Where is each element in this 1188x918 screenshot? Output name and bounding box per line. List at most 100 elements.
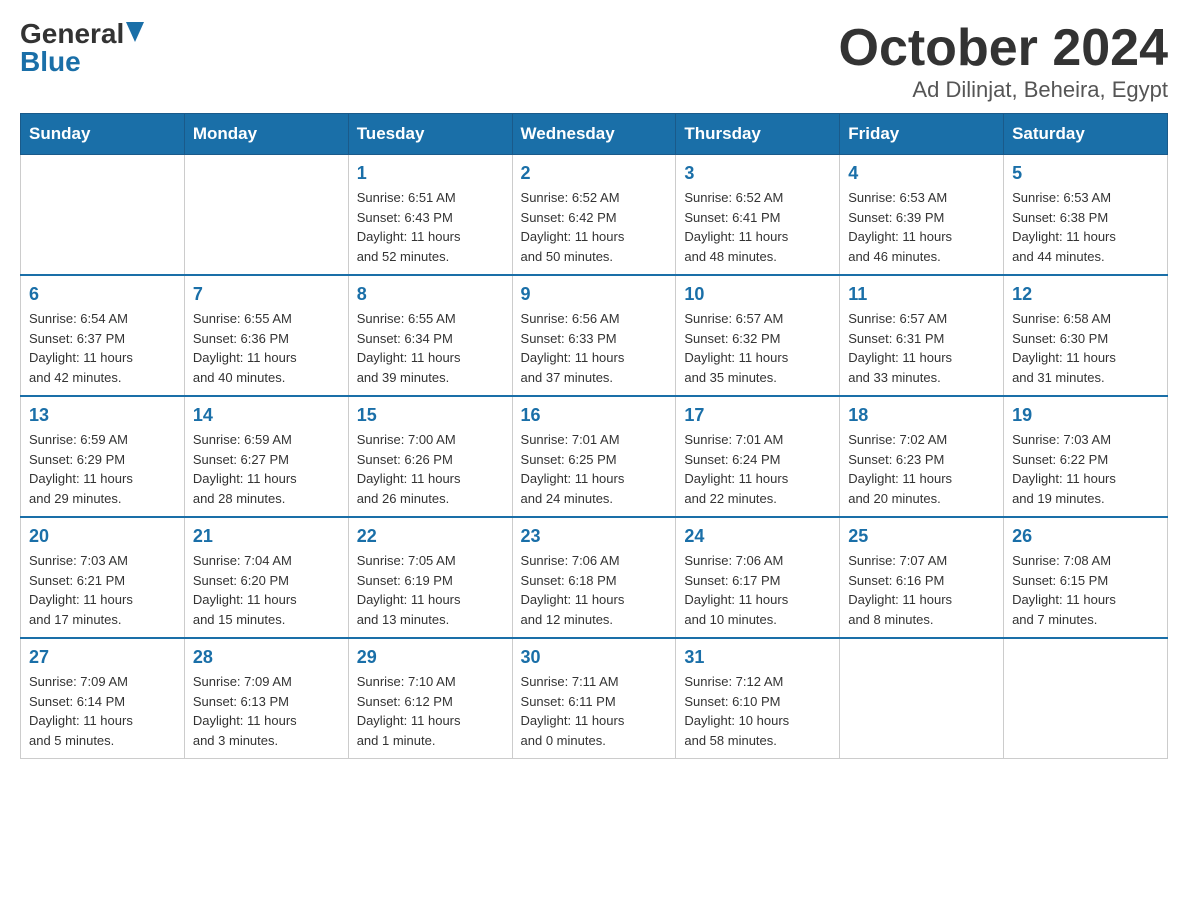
calendar-cell: 14 Sunrise: 6:59 AM Sunset: 6:27 PM Dayli… — [184, 396, 348, 517]
day-number: 1 — [357, 163, 504, 184]
logo-blue-text: Blue — [20, 48, 81, 76]
day-number: 31 — [684, 647, 831, 668]
day-number: 5 — [1012, 163, 1159, 184]
day-info: Sunrise: 6:53 AM Sunset: 6:38 PM Dayligh… — [1012, 188, 1159, 266]
calendar-cell: 28Sunrise: 7:09 AM Sunset: 6:13 PM Dayli… — [184, 638, 348, 759]
day-number: 30 — [521, 647, 668, 668]
page-header: General Blue October 2024 Ad Dilinjat, B… — [20, 20, 1168, 103]
weekday-header-friday: Friday — [840, 114, 1004, 155]
day-number: 23 — [521, 526, 668, 547]
calendar-cell: 11 Sunrise: 6:57 AM Sunset: 6:31 PM Dayli… — [840, 275, 1004, 396]
day-number: 27 — [29, 647, 176, 668]
weekday-header-monday: Monday — [184, 114, 348, 155]
day-info: Sunrise: 7:08 AM Sunset: 6:15 PM Dayligh… — [1012, 551, 1159, 629]
calendar-cell: 26 Sunrise: 7:08 AM Sunset: 6:15 PM Dayli… — [1004, 517, 1168, 638]
calendar-cell: 29Sunrise: 7:10 AM Sunset: 6:12 PM Dayli… — [348, 638, 512, 759]
day-number: 19 — [1012, 405, 1159, 426]
calendar-header-row: SundayMondayTuesdayWednesdayThursdayFrid… — [21, 114, 1168, 155]
calendar-cell — [1004, 638, 1168, 759]
calendar-cell: 15 Sunrise: 7:00 AM Sunset: 6:26 PM Dayli… — [348, 396, 512, 517]
day-info: Sunrise: 7:06 AM Sunset: 6:17 PM Dayligh… — [684, 551, 831, 629]
calendar-cell: 12 Sunrise: 6:58 AM Sunset: 6:30 PM Dayli… — [1004, 275, 1168, 396]
calendar-cell — [21, 155, 185, 276]
day-info: Sunrise: 7:07 AM Sunset: 6:16 PM Dayligh… — [848, 551, 995, 629]
day-number: 6 — [29, 284, 176, 305]
day-number: 11 — [848, 284, 995, 305]
day-number: 26 — [1012, 526, 1159, 547]
calendar-cell: 17 Sunrise: 7:01 AM Sunset: 6:24 PM Dayli… — [676, 396, 840, 517]
calendar-cell: 5 Sunrise: 6:53 AM Sunset: 6:38 PM Daylig… — [1004, 155, 1168, 276]
calendar-cell: 19 Sunrise: 7:03 AM Sunset: 6:22 PM Dayli… — [1004, 396, 1168, 517]
day-number: 17 — [684, 405, 831, 426]
calendar-cell: 3 Sunrise: 6:52 AM Sunset: 6:41 PM Daylig… — [676, 155, 840, 276]
calendar-cell: 9 Sunrise: 6:56 AM Sunset: 6:33 PM Daylig… — [512, 275, 676, 396]
day-number: 25 — [848, 526, 995, 547]
day-info: Sunrise: 7:00 AM Sunset: 6:26 PM Dayligh… — [357, 430, 504, 508]
day-number: 9 — [521, 284, 668, 305]
day-info: Sunrise: 6:56 AM Sunset: 6:33 PM Dayligh… — [521, 309, 668, 387]
day-number: 16 — [521, 405, 668, 426]
day-number: 3 — [684, 163, 831, 184]
location-title: Ad Dilinjat, Beheira, Egypt — [839, 77, 1169, 103]
day-number: 2 — [521, 163, 668, 184]
calendar-cell: 8 Sunrise: 6:55 AM Sunset: 6:34 PM Daylig… — [348, 275, 512, 396]
day-number: 24 — [684, 526, 831, 547]
calendar-cell — [184, 155, 348, 276]
day-number: 22 — [357, 526, 504, 547]
day-info: Sunrise: 6:57 AM Sunset: 6:31 PM Dayligh… — [848, 309, 995, 387]
day-number: 8 — [357, 284, 504, 305]
logo-general-text: General — [20, 20, 124, 48]
weekday-header-tuesday: Tuesday — [348, 114, 512, 155]
day-number: 12 — [1012, 284, 1159, 305]
day-info: Sunrise: 7:09 AM Sunset: 6:14 PM Dayligh… — [29, 672, 176, 750]
calendar-cell — [840, 638, 1004, 759]
day-info: Sunrise: 6:51 AM Sunset: 6:43 PM Dayligh… — [357, 188, 504, 266]
calendar-cell: 25 Sunrise: 7:07 AM Sunset: 6:16 PM Dayli… — [840, 517, 1004, 638]
calendar-cell: 27 Sunrise: 7:09 AM Sunset: 6:14 PM Dayli… — [21, 638, 185, 759]
calendar-cell: 10Sunrise: 6:57 AM Sunset: 6:32 PM Dayli… — [676, 275, 840, 396]
day-info: Sunrise: 6:53 AM Sunset: 6:39 PM Dayligh… — [848, 188, 995, 266]
day-number: 29 — [357, 647, 504, 668]
calendar-cell: 23Sunrise: 7:06 AM Sunset: 6:18 PM Dayli… — [512, 517, 676, 638]
calendar-cell: 24 Sunrise: 7:06 AM Sunset: 6:17 PM Dayli… — [676, 517, 840, 638]
weekday-header-saturday: Saturday — [1004, 114, 1168, 155]
calendar-cell: 13 Sunrise: 6:59 AM Sunset: 6:29 PM Dayli… — [21, 396, 185, 517]
calendar-cell: 1 Sunrise: 6:51 AM Sunset: 6:43 PM Daylig… — [348, 155, 512, 276]
day-info: Sunrise: 6:52 AM Sunset: 6:41 PM Dayligh… — [684, 188, 831, 266]
calendar-cell: 20Sunrise: 7:03 AM Sunset: 6:21 PM Dayli… — [21, 517, 185, 638]
day-number: 15 — [357, 405, 504, 426]
calendar-week-row: 13 Sunrise: 6:59 AM Sunset: 6:29 PM Dayli… — [21, 396, 1168, 517]
calendar-week-row: 1 Sunrise: 6:51 AM Sunset: 6:43 PM Daylig… — [21, 155, 1168, 276]
calendar-cell: 2 Sunrise: 6:52 AM Sunset: 6:42 PM Daylig… — [512, 155, 676, 276]
calendar-week-row: 20Sunrise: 7:03 AM Sunset: 6:21 PM Dayli… — [21, 517, 1168, 638]
title-section: October 2024 Ad Dilinjat, Beheira, Egypt — [839, 20, 1169, 103]
calendar-cell: 21 Sunrise: 7:04 AM Sunset: 6:20 PM Dayli… — [184, 517, 348, 638]
day-info: Sunrise: 6:55 AM Sunset: 6:36 PM Dayligh… — [193, 309, 340, 387]
day-number: 4 — [848, 163, 995, 184]
day-info: Sunrise: 6:55 AM Sunset: 6:34 PM Dayligh… — [357, 309, 504, 387]
calendar-cell: 4 Sunrise: 6:53 AM Sunset: 6:39 PM Daylig… — [840, 155, 1004, 276]
day-info: Sunrise: 6:52 AM Sunset: 6:42 PM Dayligh… — [521, 188, 668, 266]
calendar-cell: 6 Sunrise: 6:54 AM Sunset: 6:37 PM Daylig… — [21, 275, 185, 396]
day-info: Sunrise: 7:01 AM Sunset: 6:24 PM Dayligh… — [684, 430, 831, 508]
day-info: Sunrise: 7:02 AM Sunset: 6:23 PM Dayligh… — [848, 430, 995, 508]
calendar-cell: 16Sunrise: 7:01 AM Sunset: 6:25 PM Dayli… — [512, 396, 676, 517]
day-info: Sunrise: 6:59 AM Sunset: 6:29 PM Dayligh… — [29, 430, 176, 508]
calendar-cell: 7Sunrise: 6:55 AM Sunset: 6:36 PM Daylig… — [184, 275, 348, 396]
month-title: October 2024 — [839, 20, 1169, 77]
day-number: 20 — [29, 526, 176, 547]
day-info: Sunrise: 7:03 AM Sunset: 6:22 PM Dayligh… — [1012, 430, 1159, 508]
day-info: Sunrise: 7:04 AM Sunset: 6:20 PM Dayligh… — [193, 551, 340, 629]
calendar-cell: 30Sunrise: 7:11 AM Sunset: 6:11 PM Dayli… — [512, 638, 676, 759]
day-info: Sunrise: 6:57 AM Sunset: 6:32 PM Dayligh… — [684, 309, 831, 387]
day-info: Sunrise: 6:58 AM Sunset: 6:30 PM Dayligh… — [1012, 309, 1159, 387]
calendar-cell: 22Sunrise: 7:05 AM Sunset: 6:19 PM Dayli… — [348, 517, 512, 638]
calendar-cell: 31Sunrise: 7:12 AM Sunset: 6:10 PM Dayli… — [676, 638, 840, 759]
day-number: 14 — [193, 405, 340, 426]
logo-arrow-icon — [126, 22, 144, 42]
day-number: 13 — [29, 405, 176, 426]
day-info: Sunrise: 6:59 AM Sunset: 6:27 PM Dayligh… — [193, 430, 340, 508]
day-info: Sunrise: 6:54 AM Sunset: 6:37 PM Dayligh… — [29, 309, 176, 387]
calendar-week-row: 6 Sunrise: 6:54 AM Sunset: 6:37 PM Daylig… — [21, 275, 1168, 396]
day-number: 21 — [193, 526, 340, 547]
